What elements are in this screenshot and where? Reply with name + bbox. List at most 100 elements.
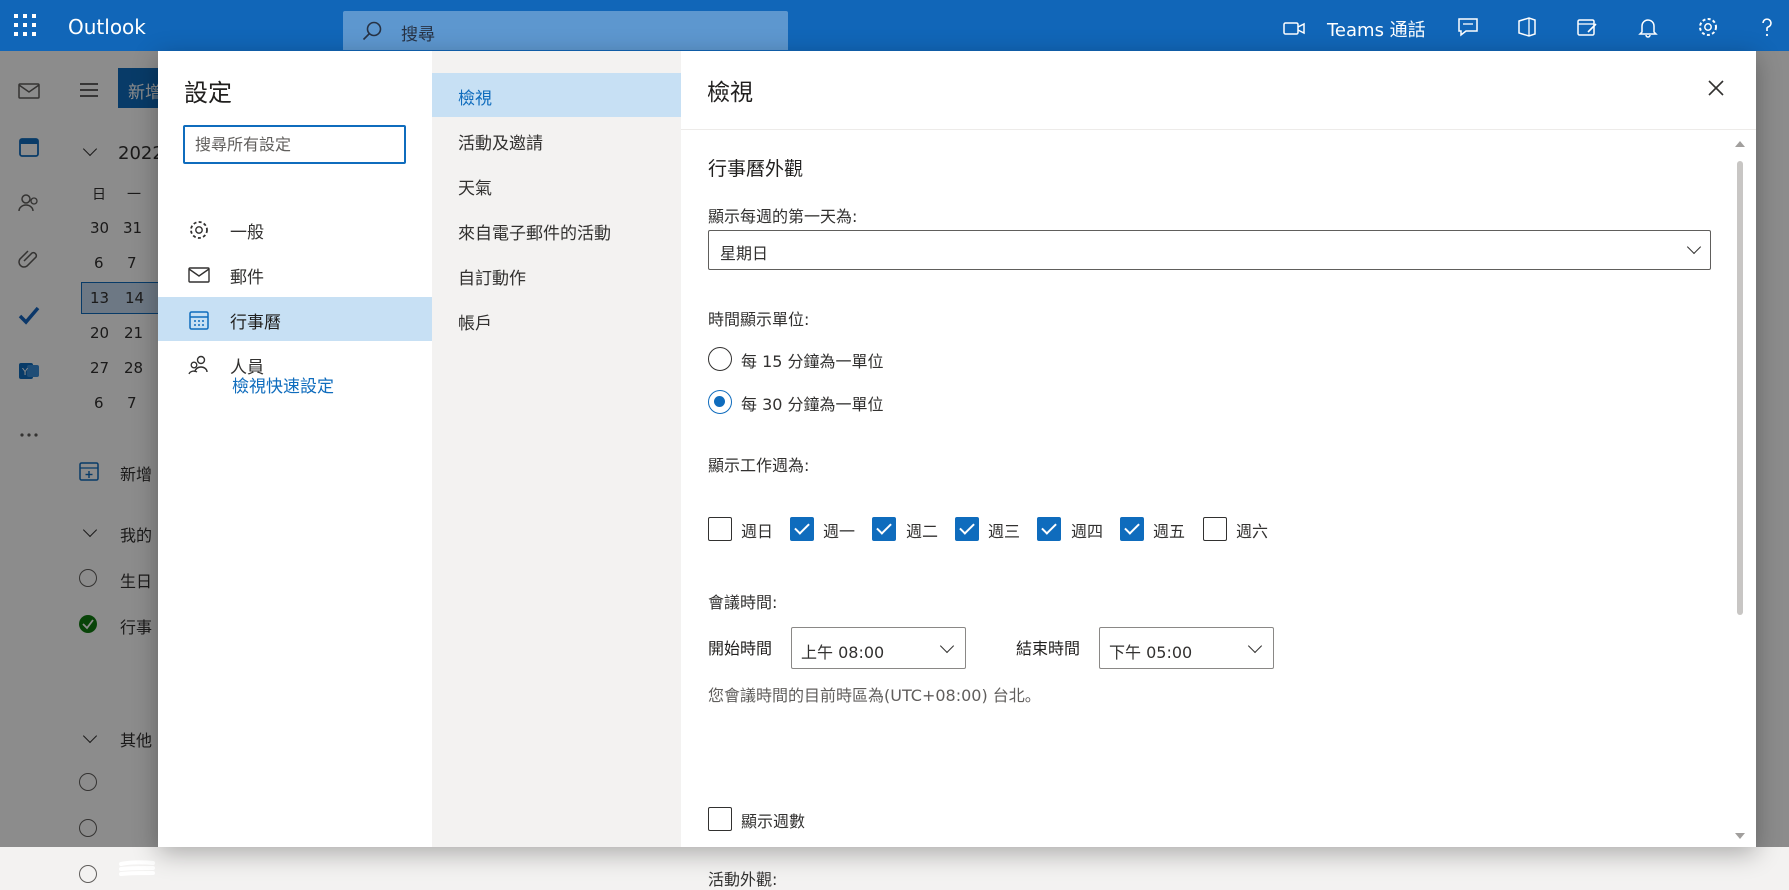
checkbox-show-week-numbers[interactable] (708, 807, 732, 831)
global-search[interactable]: 搜尋 (343, 11, 788, 50)
settings-dialog: 設定 一般 郵件 行事曆 (158, 51, 1756, 889)
subcategory-events-from-email[interactable]: 來自電子郵件的活動 (432, 208, 681, 252)
date-cell[interactable]: 13 (90, 289, 109, 307)
category-calendar[interactable]: 行事曆 (158, 297, 432, 341)
pane-scrollbar[interactable] (1733, 133, 1747, 847)
add-calendar-icon[interactable] (78, 460, 100, 482)
date-cell[interactable]: 6 (94, 394, 104, 412)
todo-icon[interactable] (17, 303, 41, 327)
video-call-icon[interactable] (1283, 18, 1305, 40)
checkbox-friday-label[interactable]: 週五 (1153, 518, 1185, 542)
mail-icon[interactable] (17, 79, 41, 103)
radio-30-min-label[interactable]: 每 30 分鐘為一單位 (741, 391, 884, 415)
checkbox-tuesday[interactable] (872, 517, 896, 541)
timezone-note: 您會議時間的目前時區為(UTC+08:00) 台北。 (708, 686, 1041, 705)
radio-30-min[interactable] (708, 390, 732, 414)
date-cell[interactable]: 27 (90, 359, 109, 377)
date-cell[interactable]: 21 (124, 324, 143, 342)
chevron-down-icon[interactable] (82, 728, 98, 744)
radio-15-min-label[interactable]: 每 15 分鐘為一單位 (741, 348, 884, 372)
calendar-toggle[interactable] (79, 819, 97, 837)
checkbox-sunday[interactable] (708, 517, 732, 541)
event-appearance-label: 活動外觀: (708, 870, 778, 889)
scrollbar-thumb[interactable] (1737, 161, 1743, 615)
subcategory-accounts[interactable]: 帳戶 (432, 298, 681, 342)
checkbox-thursday[interactable] (1037, 517, 1061, 541)
checkbox-wednesday[interactable] (955, 517, 979, 541)
close-icon[interactable] (1707, 79, 1725, 97)
category-mail[interactable]: 郵件 (158, 252, 432, 296)
date-cell[interactable]: 14 (125, 289, 144, 307)
redacted-mark (119, 812, 155, 829)
office-icon[interactable] (1516, 16, 1538, 38)
checkbox-thursday-label[interactable]: 週四 (1071, 518, 1103, 542)
subcategory-view[interactable]: 檢視 (432, 73, 681, 117)
calendar-toggle[interactable] (79, 865, 97, 883)
people-icon[interactable] (17, 191, 41, 215)
my-day-icon[interactable] (1576, 16, 1598, 38)
date-cell[interactable]: 7 (127, 254, 137, 272)
checkbox-tuesday-label[interactable]: 週二 (906, 518, 938, 542)
scroll-down-arrow[interactable] (1735, 833, 1745, 839)
show-week-numbers-label[interactable]: 顯示週數 (741, 808, 805, 832)
date-cell[interactable]: 31 (123, 219, 142, 237)
start-time-dropdown[interactable]: 上午 08:00 (791, 627, 966, 669)
checkbox-wednesday-label[interactable]: 週三 (988, 518, 1020, 542)
add-calendar-link[interactable]: 新增 (120, 461, 152, 485)
calendar-toggle[interactable] (79, 569, 97, 587)
checkbox-monday-label[interactable]: 週一 (823, 518, 855, 542)
view-quick-settings-link[interactable]: 檢視快速設定 (232, 372, 334, 397)
help-icon[interactable] (1756, 16, 1778, 38)
yammer-icon[interactable]: Y (17, 359, 41, 383)
teams-call-label[interactable]: Teams 通話 (1327, 16, 1426, 42)
global-search-placeholder: 搜尋 (401, 25, 435, 45)
redacted-mark (119, 860, 155, 876)
chevron-down-icon[interactable] (82, 141, 98, 157)
calendar-icon (189, 311, 209, 330)
chat-icon[interactable] (1457, 16, 1479, 38)
main-calendar[interactable]: 行事 (120, 614, 152, 638)
settings-search-input[interactable] (183, 125, 406, 164)
bell-icon[interactable] (1637, 16, 1659, 38)
date-cell[interactable]: 20 (90, 324, 109, 342)
section-calendar-appearance: 行事曆外觀 (708, 158, 804, 180)
month-label[interactable]: 2022 (118, 143, 164, 164)
subcategory-events-invitations[interactable]: 活動及邀請 (432, 118, 681, 162)
checked-circle-icon[interactable] (78, 614, 98, 634)
checkbox-saturday-label[interactable]: 週六 (1236, 518, 1268, 542)
app-launcher-icon[interactable] (14, 14, 38, 38)
checkbox-sunday-label[interactable]: 週日 (741, 518, 773, 542)
date-cell[interactable]: 28 (124, 359, 143, 377)
hamburger-icon[interactable] (79, 82, 99, 98)
pane-divider (681, 129, 1756, 130)
calendar-toggle[interactable] (79, 773, 97, 791)
calendar-icon[interactable] (17, 135, 41, 159)
birthday-calendar[interactable]: 生日 (120, 568, 152, 592)
subcategory-custom-actions[interactable]: 自訂動作 (432, 253, 681, 297)
first-day-value: 星期日 (720, 244, 769, 263)
other-calendars-header[interactable]: 其他 (120, 727, 152, 751)
date-cell[interactable]: 6 (94, 254, 104, 272)
gear-icon[interactable] (1697, 16, 1719, 38)
date-cell[interactable]: 30 (90, 219, 109, 237)
checkbox-saturday[interactable] (1203, 517, 1227, 541)
date-cell[interactable]: 7 (127, 394, 137, 412)
chevron-down-icon (1686, 239, 1702, 255)
subcategory-weather[interactable]: 天氣 (432, 163, 681, 207)
checkbox-monday[interactable] (790, 517, 814, 541)
first-day-label: 顯示每週的第一天為: (708, 207, 858, 226)
more-apps-icon[interactable] (17, 423, 41, 447)
my-calendars-header[interactable]: 我的 (120, 522, 152, 546)
scroll-up-arrow[interactable] (1735, 141, 1745, 147)
category-general[interactable]: 一般 (158, 207, 432, 251)
checkbox-friday[interactable] (1120, 517, 1144, 541)
app-name[interactable]: Outlook (68, 15, 146, 39)
chevron-down-icon[interactable] (82, 522, 98, 538)
weekday-header: 日 (92, 187, 106, 203)
app-rail: Y (0, 51, 56, 847)
radio-15-min[interactable] (708, 347, 732, 371)
first-day-dropdown[interactable]: 星期日 (708, 230, 1711, 270)
attachment-icon[interactable] (17, 247, 41, 271)
end-time-dropdown[interactable]: 下午 05:00 (1099, 627, 1274, 669)
time-scale-label: 時間顯示單位: (708, 310, 810, 329)
